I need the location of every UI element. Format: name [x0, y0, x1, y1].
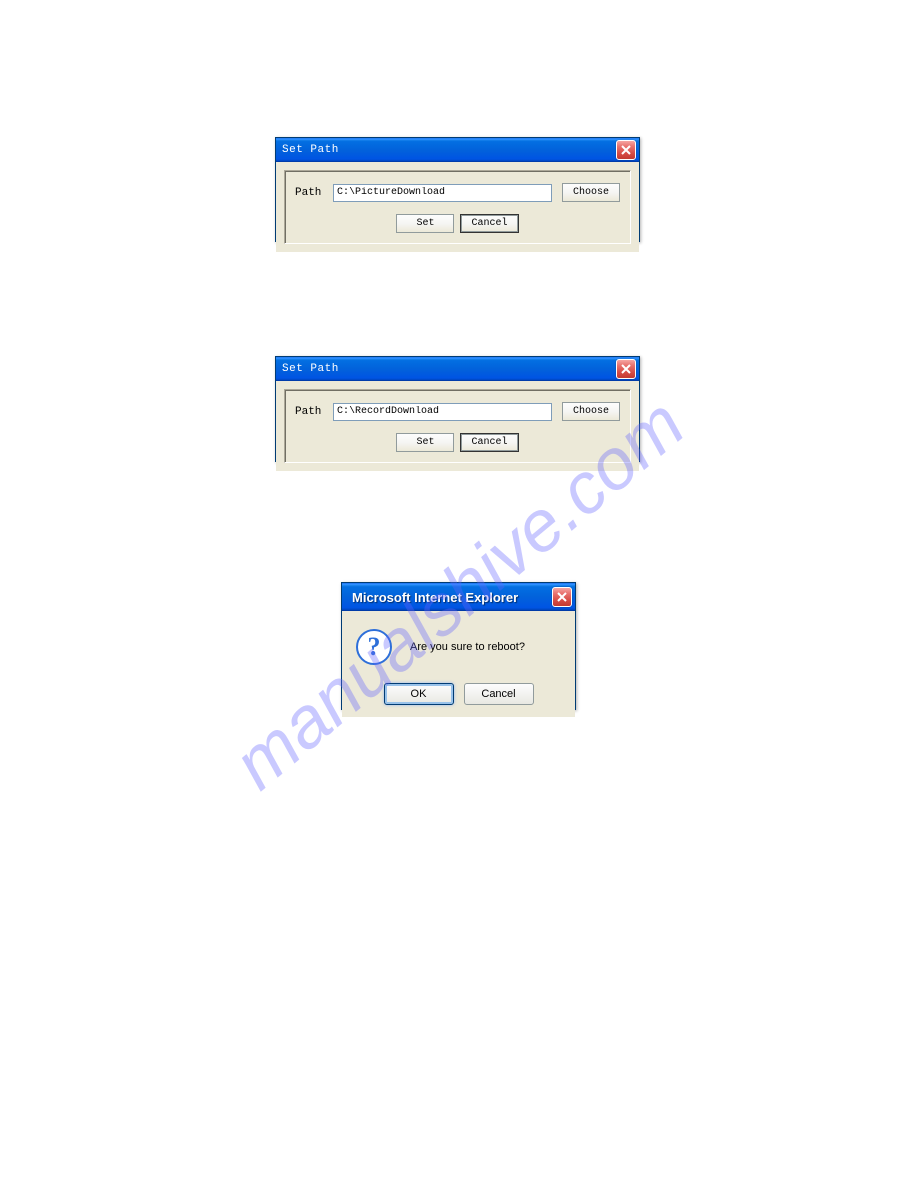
path-input[interactable]: [333, 403, 552, 421]
cancel-button[interactable]: Cancel: [460, 214, 518, 233]
path-row: Path Choose: [295, 402, 620, 421]
path-label: Path: [295, 406, 323, 418]
close-icon: [621, 145, 631, 155]
ie-confirm-dialog: Microsoft Internet Explorer ? Are you su…: [341, 582, 576, 710]
close-button[interactable]: [552, 587, 572, 607]
set-button[interactable]: Set: [396, 214, 454, 233]
cancel-button[interactable]: Cancel: [460, 433, 518, 452]
set-button[interactable]: Set: [396, 433, 454, 452]
close-button[interactable]: [616, 359, 636, 379]
dialog-inset: Path Choose Set Cancel: [284, 389, 631, 463]
ok-button[interactable]: OK: [384, 683, 454, 705]
path-label: Path: [295, 187, 323, 199]
titlebar[interactable]: Set Path: [276, 138, 639, 162]
set-path-dialog-2: Set Path Path Choose Set Cancel: [275, 356, 640, 462]
dialog-title: Set Path: [282, 144, 339, 156]
button-row: Set Cancel: [295, 214, 620, 233]
path-row: Path Choose: [295, 183, 620, 202]
close-icon: [621, 364, 631, 374]
dialog-inset: Path Choose Set Cancel: [284, 170, 631, 244]
dialog-body: Path Choose Set Cancel: [276, 162, 639, 252]
button-row: Set Cancel: [295, 433, 620, 452]
path-input[interactable]: [333, 184, 552, 202]
close-icon: [557, 592, 567, 602]
set-path-dialog-1: Set Path Path Choose Set Cancel: [275, 137, 640, 242]
question-icon: ?: [356, 629, 392, 665]
choose-button[interactable]: Choose: [562, 183, 620, 202]
dialog-body: Path Choose Set Cancel: [276, 381, 639, 471]
dialog-title: Set Path: [282, 363, 339, 375]
titlebar[interactable]: Set Path: [276, 357, 639, 381]
content-row: ? Are you sure to reboot?: [356, 623, 561, 665]
button-row: OK Cancel: [356, 683, 561, 705]
cancel-button[interactable]: Cancel: [464, 683, 534, 705]
message-text: Are you sure to reboot?: [410, 641, 525, 653]
dialog-title: Microsoft Internet Explorer: [352, 590, 518, 605]
titlebar[interactable]: Microsoft Internet Explorer: [342, 583, 575, 611]
choose-button[interactable]: Choose: [562, 402, 620, 421]
dialog-body: ? Are you sure to reboot? OK Cancel: [342, 611, 575, 717]
close-button[interactable]: [616, 140, 636, 160]
